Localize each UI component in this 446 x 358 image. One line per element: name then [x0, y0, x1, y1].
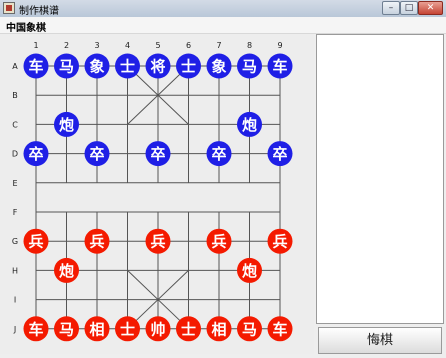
app-icon: [3, 2, 15, 14]
chess-piece-blue[interactable]: 士: [176, 53, 201, 79]
column-number: 5: [155, 41, 160, 50]
piece-label: 将: [150, 58, 165, 76]
chess-piece-red[interactable]: 士: [176, 316, 201, 342]
move-record-panel[interactable]: [316, 34, 444, 324]
column-number: 4: [125, 41, 130, 50]
chess-piece-blue[interactable]: 卒: [206, 141, 232, 167]
menu-chinese-chess[interactable]: 中国象棋: [6, 19, 46, 34]
column-number: 8: [247, 41, 252, 50]
chess-piece-blue[interactable]: 马: [54, 53, 79, 79]
row-letter: A: [12, 62, 18, 71]
chess-piece-red[interactable]: 相: [206, 316, 232, 342]
piece-label: 兵: [28, 233, 43, 251]
chess-piece-blue[interactable]: 车: [267, 53, 293, 79]
column-number: 1: [33, 41, 38, 50]
piece-label: 相: [89, 320, 104, 338]
piece-label: 相: [211, 320, 226, 338]
title-bar: 制作棋谱 – □ ✕: [0, 0, 446, 18]
chess-piece-blue[interactable]: 象: [206, 53, 232, 79]
maximize-button[interactable]: □: [400, 1, 418, 15]
chess-piece-blue[interactable]: 卒: [23, 141, 49, 167]
column-number: 7: [216, 41, 221, 50]
undo-button[interactable]: 悔棋: [318, 327, 442, 354]
piece-label: 马: [59, 320, 74, 338]
piece-label: 车: [272, 320, 287, 338]
piece-label: 士: [181, 58, 196, 76]
column-number: 9: [277, 41, 282, 50]
chess-piece-blue[interactable]: 士: [115, 53, 140, 79]
column-number: 6: [186, 41, 191, 50]
chess-piece-blue[interactable]: 将: [145, 53, 171, 79]
row-letter: G: [12, 237, 18, 246]
chess-piece-red[interactable]: 兵: [206, 228, 232, 254]
chess-piece-red[interactable]: 车: [267, 316, 293, 342]
piece-label: 马: [242, 320, 257, 338]
chess-piece-red[interactable]: 炮: [237, 257, 262, 283]
window-title: 制作棋谱: [19, 6, 59, 17]
column-number: 3: [94, 41, 99, 50]
chess-piece-blue[interactable]: 炮: [237, 111, 262, 137]
row-letter: D: [12, 150, 18, 159]
chess-piece-red[interactable]: 兵: [267, 228, 293, 254]
row-letter: C: [12, 120, 18, 129]
chess-piece-red[interactable]: 兵: [84, 228, 110, 254]
piece-label: 卒: [28, 145, 43, 163]
piece-label: 兵: [211, 233, 226, 251]
chess-piece-red[interactable]: 相: [84, 316, 110, 342]
piece-label: 炮: [242, 116, 257, 134]
chess-piece-red[interactable]: 兵: [23, 228, 49, 254]
piece-label: 象: [89, 58, 104, 76]
piece-label: 士: [120, 320, 135, 338]
piece-label: 马: [59, 58, 74, 76]
chess-piece-red[interactable]: 兵: [145, 228, 171, 254]
chess-piece-red[interactable]: 士: [115, 316, 140, 342]
piece-label: 卒: [150, 145, 165, 163]
piece-label: 兵: [89, 233, 104, 251]
piece-label: 车: [272, 58, 287, 76]
piece-label: 卒: [89, 145, 104, 163]
chess-piece-blue[interactable]: 马: [237, 53, 262, 79]
column-number: 2: [64, 41, 69, 50]
chess-piece-red[interactable]: 帅: [145, 316, 171, 342]
chess-piece-blue[interactable]: 象: [84, 53, 110, 79]
chess-piece-red[interactable]: 车: [23, 316, 49, 342]
chess-piece-blue[interactable]: 炮: [54, 111, 79, 137]
chess-piece-red[interactable]: 马: [237, 316, 262, 342]
piece-label: 兵: [150, 233, 165, 251]
piece-label: 帅: [150, 320, 165, 338]
row-labels: A B C D E F G H I J: [12, 62, 18, 334]
piece-label: 士: [120, 58, 135, 76]
row-letter: I: [14, 296, 16, 305]
piece-label: 卒: [272, 145, 287, 163]
column-labels: 1 2 3 4 5 6 7 8 9: [33, 41, 282, 50]
chess-piece-blue[interactable]: 车: [23, 53, 49, 79]
chess-piece-blue[interactable]: 卒: [84, 141, 110, 167]
app-window: 制作棋谱 – □ ✕ 中国象棋 123456789 ABCDEFGHIJ 车马象…: [0, 0, 446, 358]
row-letter: H: [12, 266, 18, 275]
piece-label: 炮: [59, 116, 74, 134]
piece-label: 马: [242, 58, 257, 76]
chess-piece-red[interactable]: 炮: [54, 257, 79, 283]
row-letter: F: [13, 208, 18, 217]
row-letter: J: [13, 325, 16, 334]
chess-piece-red[interactable]: 马: [54, 316, 79, 342]
row-letter: E: [12, 179, 17, 188]
close-button[interactable]: ✕: [418, 1, 443, 15]
piece-label: 炮: [242, 262, 257, 280]
piece-label: 炮: [59, 262, 74, 280]
piece-label: 象: [211, 58, 226, 76]
minimize-button[interactable]: –: [382, 1, 400, 15]
chess-piece-blue[interactable]: 卒: [145, 141, 171, 167]
piece-label: 士: [181, 320, 196, 338]
piece-label: 车: [28, 58, 43, 76]
board-canvas[interactable]: 123456789 ABCDEFGHIJ 车马象士将士象马车炮 炮卒卒卒卒卒兵兵兵…: [0, 34, 314, 354]
piece-label: 兵: [272, 233, 287, 251]
menu-bar: 中国象棋: [0, 17, 446, 34]
board-grid: [35, 65, 281, 330]
piece-label: 车: [28, 320, 43, 338]
chess-board[interactable]: 123456789 ABCDEFGHIJ 车马象士将士象马车炮炮卒卒卒卒卒兵兵兵…: [0, 34, 314, 354]
row-letter: B: [12, 91, 18, 100]
piece-label: 卒: [211, 145, 226, 163]
chess-piece-blue[interactable]: 卒: [267, 141, 293, 167]
